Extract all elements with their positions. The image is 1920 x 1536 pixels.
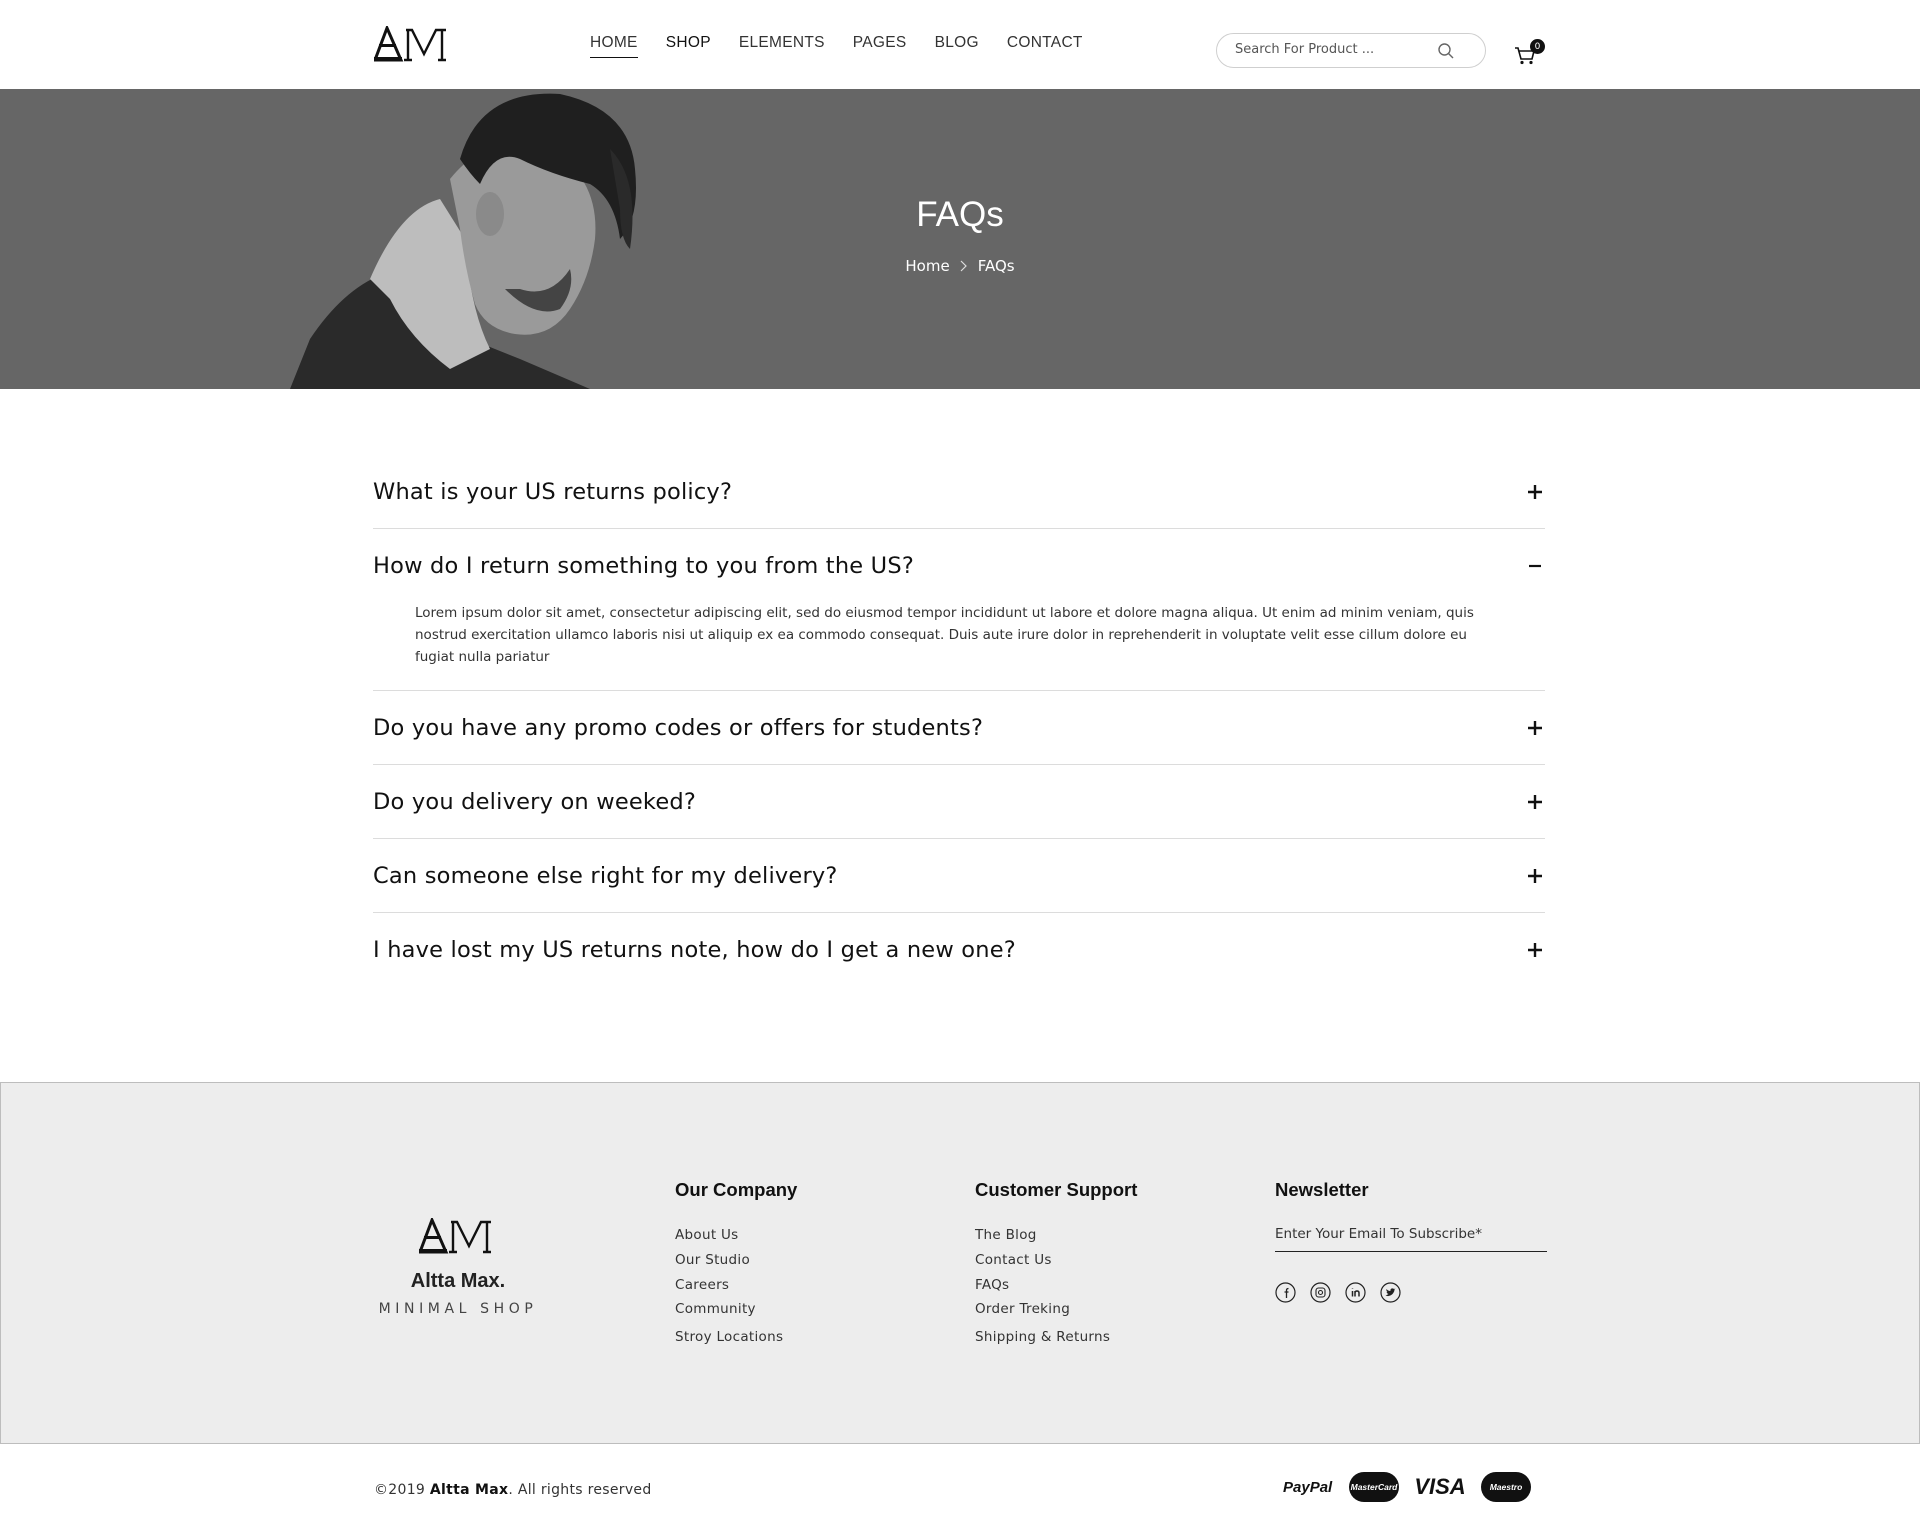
- footer-tagline: MINIMAL SHOP: [378, 1301, 538, 1317]
- search-icon[interactable]: [1437, 42, 1455, 60]
- nav-home[interactable]: HOME: [590, 34, 638, 58]
- newsletter-email-input[interactable]: [1275, 1223, 1547, 1252]
- nav-blog[interactable]: BLOG: [935, 34, 979, 58]
- faq-item: Can someone else right for my delivery?: [373, 839, 1545, 913]
- footer-link-contact-us[interactable]: Contact Us: [975, 1248, 1137, 1273]
- copyright-year: ©2019: [374, 1482, 426, 1498]
- footer-link-store-locations[interactable]: Stroy Locations: [675, 1325, 797, 1350]
- footer-support-title: Customer Support: [975, 1179, 1138, 1200]
- search-input[interactable]: [1235, 42, 1435, 57]
- plus-icon[interactable]: [1527, 720, 1543, 736]
- breadcrumb-home[interactable]: Home: [905, 257, 949, 275]
- page-title: FAQs: [916, 195, 1004, 234]
- logo-icon[interactable]: [374, 26, 448, 62]
- footer-newsletter-title: Newsletter: [1275, 1179, 1369, 1200]
- faq-question: I have lost my US returns note, how do I…: [373, 936, 1016, 963]
- breadcrumb: Home FAQs: [0, 257, 1920, 275]
- faq-list: What is your US returns policy? How do I…: [373, 455, 1545, 986]
- plus-icon[interactable]: [1527, 868, 1543, 884]
- cart-count-badge: 0: [1530, 39, 1545, 54]
- footer-link-about-us[interactable]: About Us: [675, 1223, 797, 1248]
- faq-question: Do you have any promo codes or offers fo…: [373, 714, 984, 741]
- footer-newsletter-column: Newsletter: [1275, 1179, 1547, 1303]
- minus-icon[interactable]: [1527, 558, 1543, 574]
- faq-item: Do you delivery on weeked?: [373, 765, 1545, 839]
- faq-question: Do you delivery on weeked?: [373, 788, 697, 815]
- footer-link-faqs[interactable]: FAQs: [975, 1273, 1137, 1298]
- faq-question-toggle[interactable]: Can someone else right for my delivery?: [373, 839, 1545, 912]
- faq-question: Can someone else right for my delivery?: [373, 862, 838, 889]
- faq-item: What is your US returns policy?: [373, 455, 1545, 529]
- plus-icon[interactable]: [1527, 794, 1543, 810]
- breadcrumb-current: FAQs: [977, 257, 1015, 275]
- footer-link-our-studio[interactable]: Our Studio: [675, 1248, 797, 1273]
- footer-link-order-tracking[interactable]: Order Treking: [975, 1297, 1137, 1322]
- faq-question-toggle[interactable]: Do you have any promo codes or offers fo…: [373, 691, 1545, 764]
- faq-question-toggle[interactable]: I have lost my US returns note, how do I…: [373, 913, 1545, 986]
- main-nav: HOME SHOP ELEMENTS PAGES BLOG CONTACT: [590, 34, 1111, 58]
- plus-icon[interactable]: [1527, 484, 1543, 500]
- footer-link-shipping-returns[interactable]: Shipping & Returns: [975, 1325, 1137, 1350]
- copyright-text: . All rights reserved: [508, 1482, 652, 1498]
- paypal-icon: PayPal: [1283, 1478, 1333, 1496]
- nav-contact[interactable]: CONTACT: [1007, 34, 1083, 58]
- search-box: [1216, 33, 1486, 68]
- footer-link-community[interactable]: Community: [675, 1297, 797, 1322]
- mastercard-icon: MasterCard: [1349, 1472, 1399, 1502]
- instagram-icon[interactable]: [1310, 1282, 1331, 1303]
- social-links: [1275, 1282, 1547, 1303]
- footer-support-column: Customer Support The Blog Contact Us FAQ…: [975, 1179, 1137, 1350]
- facebook-icon[interactable]: [1275, 1282, 1296, 1303]
- footer-logo-icon[interactable]: [419, 1218, 493, 1254]
- nav-pages[interactable]: PAGES: [853, 34, 907, 58]
- maestro-icon: Maestro: [1481, 1472, 1531, 1502]
- payment-methods: PayPal MasterCard VISA Maestro: [1283, 1472, 1531, 1502]
- faq-question-toggle[interactable]: What is your US returns policy?: [373, 455, 1545, 528]
- faq-item: Do you have any promo codes or offers fo…: [373, 691, 1545, 765]
- chevron-right-icon: [960, 260, 967, 272]
- faq-item: I have lost my US returns note, how do I…: [373, 913, 1545, 986]
- site-header: HOME SHOP ELEMENTS PAGES BLOG CONTACT 0: [0, 0, 1920, 89]
- nav-shop[interactable]: SHOP: [666, 34, 711, 58]
- visa-icon: VISA: [1414, 1474, 1466, 1499]
- page-hero: FAQs Home FAQs: [0, 89, 1920, 389]
- linkedin-icon[interactable]: [1345, 1282, 1366, 1303]
- nav-elements[interactable]: ELEMENTS: [739, 34, 825, 58]
- faq-question-toggle[interactable]: How do I return something to you from th…: [373, 529, 1545, 602]
- faq-question: What is your US returns policy?: [373, 478, 733, 505]
- plus-icon[interactable]: [1527, 942, 1543, 958]
- faq-question: How do I return something to you from th…: [373, 552, 914, 579]
- faq-answer: Lorem ipsum dolor sit amet, consectetur …: [415, 605, 1474, 665]
- copyright: ©2019 Altta Max. All rights reserved: [374, 1482, 652, 1498]
- bottom-bar: ©2019 Altta Max. All rights reserved Pay…: [0, 1444, 1920, 1536]
- hero-photo: [290, 93, 636, 389]
- copyright-brand: Altta Max: [429, 1482, 509, 1498]
- footer-link-blog[interactable]: The Blog: [975, 1223, 1137, 1248]
- footer-link-careers[interactable]: Careers: [675, 1273, 797, 1298]
- faq-question-toggle[interactable]: Do you delivery on weeked?: [373, 765, 1545, 838]
- site-footer: Altta Max. MINIMAL SHOP Our Company Abou…: [0, 1082, 1920, 1444]
- footer-brand-name: Altta Max.: [410, 1270, 506, 1292]
- twitter-icon[interactable]: [1380, 1282, 1401, 1303]
- footer-company-column: Our Company About Us Our Studio Careers …: [675, 1179, 797, 1350]
- faq-item: How do I return something to you from th…: [373, 529, 1545, 691]
- footer-company-title: Our Company: [675, 1179, 798, 1200]
